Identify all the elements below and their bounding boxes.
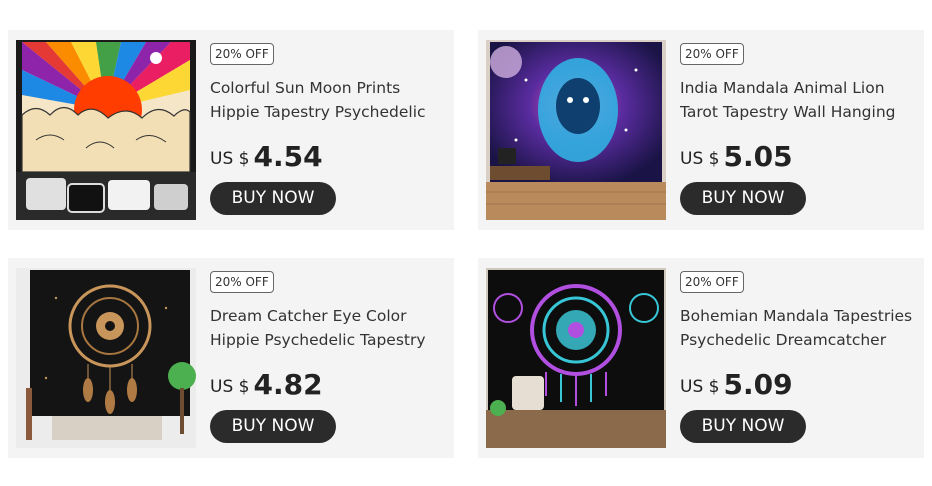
price-currency: US $: [680, 377, 720, 397]
product-price: US $4.82: [210, 368, 323, 401]
buy-now-button[interactable]: BUY NOW: [210, 410, 336, 443]
product-image-sun-moon-tapestry[interactable]: [16, 40, 196, 220]
product-title-line: Colorful Sun Moon Prints: [210, 79, 401, 97]
product-image-bohemian-mandala-tapestry[interactable]: [486, 268, 666, 448]
product-image-lion-tapestry[interactable]: [486, 40, 666, 220]
product-title-line: Dream Catcher Eye Color: [210, 307, 407, 325]
dream-catcher-tapestry-image: [16, 268, 196, 448]
price-amount: 4.54: [253, 140, 323, 173]
discount-badge: 20% OFF: [210, 271, 274, 293]
product-card[interactable]: 20% OFF Dream Catcher Eye Color Hippie P…: [8, 258, 454, 458]
product-title[interactable]: India Mandala Animal Lion Tarot Tapestry…: [680, 76, 916, 124]
product-title-line: Psychedelic Dreamcatcher: [680, 331, 887, 349]
discount-badge: 20% OFF: [680, 271, 744, 293]
product-title-line: Hippie Psychedelic Tapestry: [210, 331, 426, 349]
product-card[interactable]: 20% OFF Colorful Sun Moon Prints Hippie …: [8, 30, 454, 230]
product-image-dream-catcher-tapestry[interactable]: [16, 268, 196, 448]
price-amount: 5.09: [723, 368, 793, 401]
product-title[interactable]: Colorful Sun Moon Prints Hippie Tapestry…: [210, 76, 446, 124]
product-title-line: Bohemian Mandala Tapestries: [680, 307, 913, 325]
price-currency: US $: [210, 377, 250, 397]
buy-now-button[interactable]: BUY NOW: [210, 182, 336, 215]
product-title-line: Hippie Tapestry Psychedelic: [210, 103, 426, 121]
discount-badge: 20% OFF: [210, 43, 274, 65]
product-card[interactable]: 20% OFF Bohemian Mandala Tapestries Psyc…: [478, 258, 924, 458]
product-price: US $5.05: [680, 140, 793, 173]
buy-now-button[interactable]: BUY NOW: [680, 182, 806, 215]
product-title-line: India Mandala Animal Lion: [680, 79, 885, 97]
lion-tapestry-image: [486, 40, 666, 220]
product-title-line: Tarot Tapestry Wall Hanging: [680, 103, 896, 121]
bohemian-mandala-tapestry-image: [486, 268, 666, 448]
price-amount: 4.82: [253, 368, 323, 401]
price-amount: 5.05: [723, 140, 793, 173]
product-card[interactable]: 20% OFF India Mandala Animal Lion Tarot …: [478, 30, 924, 230]
buy-now-button[interactable]: BUY NOW: [680, 410, 806, 443]
product-price: US $5.09: [680, 368, 793, 401]
product-title[interactable]: Dream Catcher Eye Color Hippie Psychedel…: [210, 304, 446, 352]
product-title[interactable]: Bohemian Mandala Tapestries Psychedelic …: [680, 304, 916, 352]
price-currency: US $: [210, 149, 250, 169]
discount-badge: 20% OFF: [680, 43, 744, 65]
product-price: US $4.54: [210, 140, 323, 173]
sun-moon-tapestry-image: [16, 40, 196, 220]
price-currency: US $: [680, 149, 720, 169]
